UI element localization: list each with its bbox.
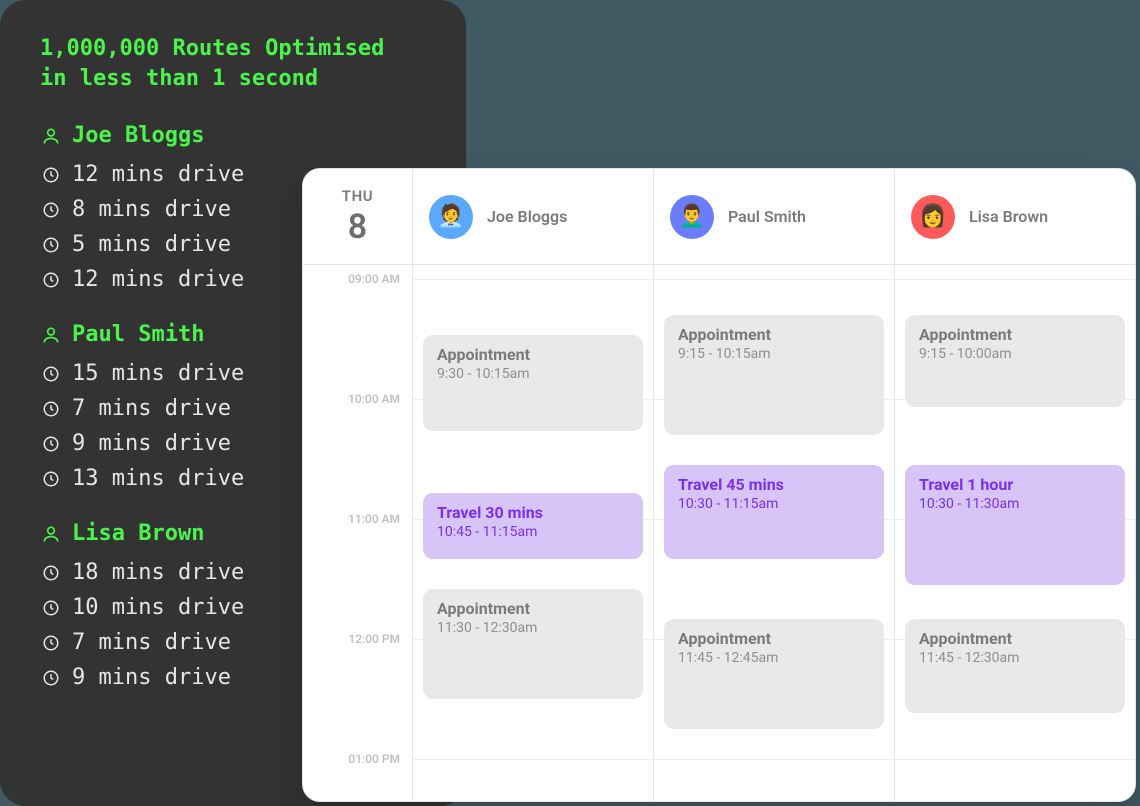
event-title: Appointment — [919, 629, 1111, 648]
column-name: Lisa Brown — [969, 207, 1048, 226]
time-label: 11:00 AM — [348, 512, 400, 526]
column-header[interactable]: 👩 Lisa Brown — [895, 169, 1135, 264]
event-travel[interactable]: Travel 45 mins 10:30 - 11:15am — [664, 465, 884, 559]
clock-icon — [40, 164, 62, 186]
calendar-header: THU 8 🧑‍💼 Joe Bloggs 👨‍🦱 Paul Smith 👩 Li… — [303, 169, 1135, 265]
clock-icon — [40, 398, 62, 420]
event-title: Appointment — [678, 629, 870, 648]
clock-icon — [40, 632, 62, 654]
event-appointment[interactable]: Appointment 11:30 - 12:30am — [423, 589, 643, 699]
drive-text: 13 mins drive — [72, 466, 244, 491]
event-title: Appointment — [437, 599, 629, 618]
person-icon — [40, 523, 62, 545]
event-time: 10:30 - 11:30am — [919, 496, 1111, 512]
event-time: 11:45 - 12:45am — [678, 650, 870, 666]
drive-text: 15 mins drive — [72, 361, 244, 386]
calendar-column-headers: 🧑‍💼 Joe Bloggs 👨‍🦱 Paul Smith 👩 Lisa Bro… — [413, 169, 1135, 264]
drive-text: 7 mins drive — [72, 396, 231, 421]
clock-icon — [40, 363, 62, 385]
event-time: 9:30 - 10:15am — [437, 366, 629, 382]
event-time: 11:30 - 12:30am — [437, 620, 629, 636]
driver-name: Lisa Brown — [72, 521, 204, 546]
driver-heading: Joe Bloggs — [40, 123, 426, 148]
event-title: Appointment — [678, 325, 870, 344]
clock-icon — [40, 199, 62, 221]
event-title: Appointment — [919, 325, 1111, 344]
avatar: 🧑‍💼 — [429, 195, 473, 239]
driver-name: Joe Bloggs — [72, 123, 204, 148]
calendar-body: 09:00 AM 10:00 AM 11:00 AM 12:00 PM 01:0… — [303, 265, 1135, 801]
event-appointment[interactable]: Appointment 11:45 - 12:45am — [664, 619, 884, 729]
column-name: Joe Bloggs — [487, 207, 567, 226]
drive-text: 5 mins drive — [72, 232, 231, 257]
column-header[interactable]: 👨‍🦱 Paul Smith — [654, 169, 895, 264]
event-title: Travel 30 mins — [437, 503, 629, 522]
clock-icon — [40, 269, 62, 291]
event-appointment[interactable]: Appointment 9:15 - 10:00am — [905, 315, 1125, 407]
column-header[interactable]: 🧑‍💼 Joe Bloggs — [413, 169, 654, 264]
day-of-week: THU — [342, 187, 374, 205]
drive-text: 7 mins drive — [72, 630, 231, 655]
person-icon — [40, 125, 62, 147]
day-of-month: 8 — [348, 207, 367, 247]
event-time: 10:30 - 11:15am — [678, 496, 870, 512]
column-name: Paul Smith — [728, 207, 806, 226]
clock-icon — [40, 468, 62, 490]
event-title: Travel 45 mins — [678, 475, 870, 494]
calendar-date: THU 8 — [303, 169, 413, 264]
drive-text: 9 mins drive — [72, 431, 231, 456]
event-title: Travel 1 hour — [919, 475, 1111, 494]
drive-text: 12 mins drive — [72, 267, 244, 292]
person-icon — [40, 324, 62, 346]
time-label: 01:00 PM — [348, 752, 400, 766]
time-label: 12:00 PM — [348, 632, 400, 646]
event-time: 9:15 - 10:15am — [678, 346, 870, 362]
avatar: 👨‍🦱 — [670, 195, 714, 239]
drive-text: 8 mins drive — [72, 197, 231, 222]
event-title: Appointment — [437, 345, 629, 364]
clock-icon — [40, 234, 62, 256]
time-label: 10:00 AM — [348, 392, 400, 406]
time-column: 09:00 AM 10:00 AM 11:00 AM 12:00 PM 01:0… — [303, 265, 413, 801]
calendar-grid: Appointment 9:30 - 10:15am Travel 30 mins… — [413, 265, 1135, 801]
clock-icon — [40, 433, 62, 455]
event-time: 9:15 - 10:00am — [919, 346, 1111, 362]
event-appointment[interactable]: Appointment 9:30 - 10:15am — [423, 335, 643, 431]
drive-text: 18 mins drive — [72, 560, 244, 585]
event-travel[interactable]: Travel 30 mins 10:45 - 11:15am — [423, 493, 643, 559]
event-travel[interactable]: Travel 1 hour 10:30 - 11:30am — [905, 465, 1125, 585]
clock-icon — [40, 562, 62, 584]
drive-text: 10 mins drive — [72, 595, 244, 620]
drive-text: 12 mins drive — [72, 162, 244, 187]
routes-title: 1,000,000 Routes Optimised in less than … — [40, 34, 426, 93]
driver-name: Paul Smith — [72, 322, 204, 347]
event-appointment[interactable]: Appointment 11:45 - 12:30am — [905, 619, 1125, 713]
avatar: 👩 — [911, 195, 955, 239]
drive-text: 9 mins drive — [72, 665, 231, 690]
calendar-column[interactable]: Appointment 9:15 - 10:00am Travel 1 hour 1… — [895, 265, 1135, 801]
calendar-column[interactable]: Appointment 9:30 - 10:15am Travel 30 mins… — [413, 265, 654, 801]
calendar-card: THU 8 🧑‍💼 Joe Bloggs 👨‍🦱 Paul Smith 👩 Li… — [302, 168, 1136, 802]
calendar-column[interactable]: Appointment 9:15 - 10:15am Travel 45 mins… — [654, 265, 895, 801]
clock-icon — [40, 667, 62, 689]
time-label: 09:00 AM — [348, 272, 400, 286]
event-time: 11:45 - 12:30am — [919, 650, 1111, 666]
event-appointment[interactable]: Appointment 9:15 - 10:15am — [664, 315, 884, 435]
event-time: 10:45 - 11:15am — [437, 524, 629, 540]
clock-icon — [40, 597, 62, 619]
